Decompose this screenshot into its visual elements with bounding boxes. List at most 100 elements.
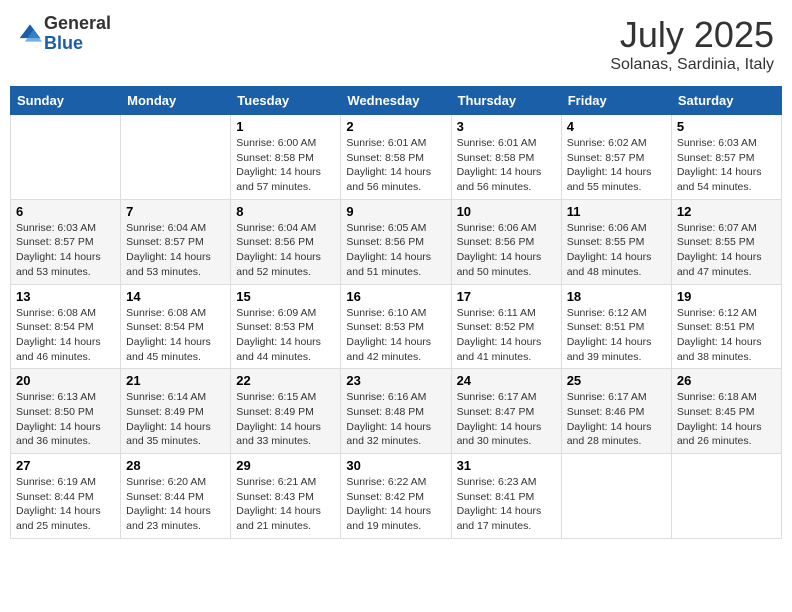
weekday-header-friday: Friday <box>561 87 671 115</box>
calendar-cell: 22 Sunrise: 6:15 AM Sunset: 8:49 PM Dayli… <box>231 369 341 454</box>
day-info: Sunrise: 6:23 AM Sunset: 8:41 PM Dayligh… <box>457 475 556 534</box>
calendar-cell: 1 Sunrise: 6:00 AM Sunset: 8:58 PM Daylig… <box>231 115 341 200</box>
calendar-cell: 26Sunrise: 6:18 AM Sunset: 8:45 PM Dayli… <box>671 369 781 454</box>
month-year: July 2025 <box>610 14 774 56</box>
day-info: Sunrise: 6:04 AM Sunset: 8:56 PM Dayligh… <box>236 221 335 280</box>
calendar-cell: 28 Sunrise: 6:20 AM Sunset: 8:44 PM Dayli… <box>121 454 231 539</box>
calendar-cell: 16 Sunrise: 6:10 AM Sunset: 8:53 PM Dayli… <box>341 284 451 369</box>
weekday-header-saturday: Saturday <box>671 87 781 115</box>
logo-icon <box>18 21 42 45</box>
calendar-cell: 12 Sunrise: 6:07 AM Sunset: 8:55 PM Dayli… <box>671 199 781 284</box>
calendar-cell: 6Sunrise: 6:03 AM Sunset: 8:57 PM Daylig… <box>11 199 121 284</box>
day-number: 29 <box>236 458 335 473</box>
day-number: 31 <box>457 458 556 473</box>
calendar-cell: 27Sunrise: 6:19 AM Sunset: 8:44 PM Dayli… <box>11 454 121 539</box>
day-number: 15 <box>236 289 335 304</box>
calendar-cell: 8 Sunrise: 6:04 AM Sunset: 8:56 PM Daylig… <box>231 199 341 284</box>
day-number: 7 <box>126 204 225 219</box>
day-info: Sunrise: 6:22 AM Sunset: 8:42 PM Dayligh… <box>346 475 445 534</box>
day-number: 21 <box>126 373 225 388</box>
weekday-header-tuesday: Tuesday <box>231 87 341 115</box>
day-info: Sunrise: 6:04 AM Sunset: 8:57 PM Dayligh… <box>126 221 225 280</box>
calendar-cell: 25Sunrise: 6:17 AM Sunset: 8:46 PM Dayli… <box>561 369 671 454</box>
day-number: 10 <box>457 204 556 219</box>
day-number: 2 <box>346 119 445 134</box>
calendar-week-3: 13 Sunrise: 6:08 AM Sunset: 8:54 PM Dayli… <box>11 284 782 369</box>
day-number: 24 <box>457 373 556 388</box>
day-info: Sunrise: 6:15 AM Sunset: 8:49 PM Dayligh… <box>236 390 335 449</box>
weekday-row: SundayMondayTuesdayWednesdayThursdayFrid… <box>11 87 782 115</box>
page-header: General Blue July 2025 Solanas, Sardinia… <box>10 10 782 78</box>
calendar-cell: 10Sunrise: 6:06 AM Sunset: 8:56 PM Dayli… <box>451 199 561 284</box>
day-info: Sunrise: 6:17 AM Sunset: 8:47 PM Dayligh… <box>457 390 556 449</box>
calendar-week-5: 27Sunrise: 6:19 AM Sunset: 8:44 PM Dayli… <box>11 454 782 539</box>
calendar-cell: 11Sunrise: 6:06 AM Sunset: 8:55 PM Dayli… <box>561 199 671 284</box>
day-number: 20 <box>16 373 115 388</box>
day-info: Sunrise: 6:20 AM Sunset: 8:44 PM Dayligh… <box>126 475 225 534</box>
day-info: Sunrise: 6:05 AM Sunset: 8:56 PM Dayligh… <box>346 221 445 280</box>
day-number: 16 <box>346 289 445 304</box>
day-info: Sunrise: 6:00 AM Sunset: 8:58 PM Dayligh… <box>236 136 335 195</box>
day-number: 12 <box>677 204 776 219</box>
day-number: 26 <box>677 373 776 388</box>
calendar-cell: 7 Sunrise: 6:04 AM Sunset: 8:57 PM Daylig… <box>121 199 231 284</box>
day-info: Sunrise: 6:19 AM Sunset: 8:44 PM Dayligh… <box>16 475 115 534</box>
calendar-cell: 3 Sunrise: 6:01 AM Sunset: 8:58 PM Daylig… <box>451 115 561 200</box>
day-number: 19 <box>677 289 776 304</box>
day-number: 1 <box>236 119 335 134</box>
day-info: Sunrise: 6:09 AM Sunset: 8:53 PM Dayligh… <box>236 306 335 365</box>
day-info: Sunrise: 6:01 AM Sunset: 8:58 PM Dayligh… <box>457 136 556 195</box>
calendar-week-2: 6Sunrise: 6:03 AM Sunset: 8:57 PM Daylig… <box>11 199 782 284</box>
calendar-week-1: 1 Sunrise: 6:00 AM Sunset: 8:58 PM Daylig… <box>11 115 782 200</box>
logo-blue: Blue <box>44 34 111 54</box>
calendar-cell: 29 Sunrise: 6:21 AM Sunset: 8:43 PM Dayli… <box>231 454 341 539</box>
calendar-cell <box>671 454 781 539</box>
calendar-cell: 31 Sunrise: 6:23 AM Sunset: 8:41 PM Dayli… <box>451 454 561 539</box>
day-info: Sunrise: 6:07 AM Sunset: 8:55 PM Dayligh… <box>677 221 776 280</box>
calendar-week-4: 20 Sunrise: 6:13 AM Sunset: 8:50 PM Dayli… <box>11 369 782 454</box>
day-info: Sunrise: 6:13 AM Sunset: 8:50 PM Dayligh… <box>16 390 115 449</box>
day-info: Sunrise: 6:10 AM Sunset: 8:53 PM Dayligh… <box>346 306 445 365</box>
day-info: Sunrise: 6:01 AM Sunset: 8:58 PM Dayligh… <box>346 136 445 195</box>
day-number: 14 <box>126 289 225 304</box>
day-number: 5 <box>677 119 776 134</box>
logo-text: General Blue <box>44 14 111 54</box>
calendar-cell: 18Sunrise: 6:12 AM Sunset: 8:51 PM Dayli… <box>561 284 671 369</box>
location: Solanas, Sardinia, Italy <box>610 56 774 74</box>
day-info: Sunrise: 6:02 AM Sunset: 8:57 PM Dayligh… <box>567 136 666 195</box>
calendar-cell: 2 Sunrise: 6:01 AM Sunset: 8:58 PM Daylig… <box>341 115 451 200</box>
day-number: 9 <box>346 204 445 219</box>
logo-general: General <box>44 14 111 34</box>
day-number: 8 <box>236 204 335 219</box>
day-info: Sunrise: 6:12 AM Sunset: 8:51 PM Dayligh… <box>567 306 666 365</box>
day-info: Sunrise: 6:14 AM Sunset: 8:49 PM Dayligh… <box>126 390 225 449</box>
weekday-header-sunday: Sunday <box>11 87 121 115</box>
day-number: 22 <box>236 373 335 388</box>
calendar-cell: 13 Sunrise: 6:08 AM Sunset: 8:54 PM Dayli… <box>11 284 121 369</box>
day-number: 3 <box>457 119 556 134</box>
day-info: Sunrise: 6:21 AM Sunset: 8:43 PM Dayligh… <box>236 475 335 534</box>
day-number: 28 <box>126 458 225 473</box>
calendar-cell: 23Sunrise: 6:16 AM Sunset: 8:48 PM Dayli… <box>341 369 451 454</box>
calendar-cell <box>11 115 121 200</box>
weekday-header-wednesday: Wednesday <box>341 87 451 115</box>
calendar-body: 1 Sunrise: 6:00 AM Sunset: 8:58 PM Daylig… <box>11 115 782 539</box>
title-block: July 2025 Solanas, Sardinia, Italy <box>610 14 774 74</box>
day-info: Sunrise: 6:08 AM Sunset: 8:54 PM Dayligh… <box>16 306 115 365</box>
day-info: Sunrise: 6:17 AM Sunset: 8:46 PM Dayligh… <box>567 390 666 449</box>
day-number: 13 <box>16 289 115 304</box>
day-info: Sunrise: 6:06 AM Sunset: 8:55 PM Dayligh… <box>567 221 666 280</box>
day-info: Sunrise: 6:12 AM Sunset: 8:51 PM Dayligh… <box>677 306 776 365</box>
calendar-cell: 5Sunrise: 6:03 AM Sunset: 8:57 PM Daylig… <box>671 115 781 200</box>
day-info: Sunrise: 6:08 AM Sunset: 8:54 PM Dayligh… <box>126 306 225 365</box>
day-number: 30 <box>346 458 445 473</box>
day-info: Sunrise: 6:11 AM Sunset: 8:52 PM Dayligh… <box>457 306 556 365</box>
day-number: 6 <box>16 204 115 219</box>
calendar-cell: 30 Sunrise: 6:22 AM Sunset: 8:42 PM Dayli… <box>341 454 451 539</box>
weekday-header-monday: Monday <box>121 87 231 115</box>
calendar-cell: 15 Sunrise: 6:09 AM Sunset: 8:53 PM Dayli… <box>231 284 341 369</box>
calendar-header: SundayMondayTuesdayWednesdayThursdayFrid… <box>11 87 782 115</box>
day-info: Sunrise: 6:16 AM Sunset: 8:48 PM Dayligh… <box>346 390 445 449</box>
day-number: 17 <box>457 289 556 304</box>
calendar-cell: 21 Sunrise: 6:14 AM Sunset: 8:49 PM Dayli… <box>121 369 231 454</box>
